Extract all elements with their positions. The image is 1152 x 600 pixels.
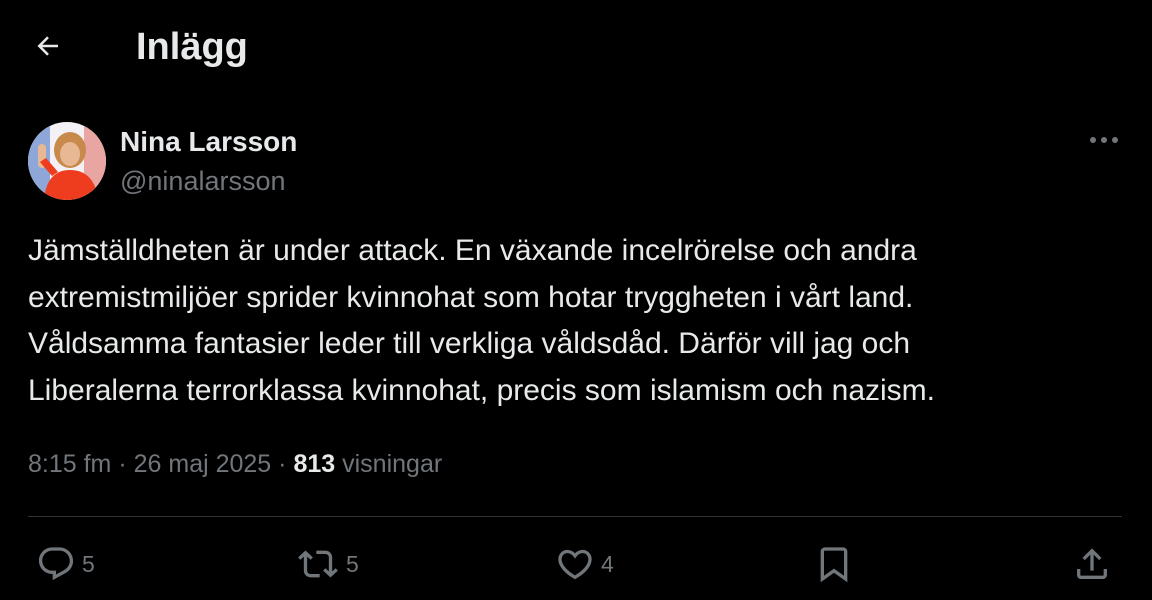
more-dots-icon (1090, 137, 1118, 143)
bookmark-button[interactable] (814, 544, 854, 584)
author-name[interactable]: Nina Larsson (120, 126, 297, 158)
tweet-line: extremistmiljöer sprider kvinnohat som h… (28, 280, 914, 314)
retweet-count: 5 (346, 550, 359, 577)
avatar[interactable] (28, 122, 106, 200)
reply-icon (38, 547, 74, 581)
views-count: 813 (293, 450, 336, 478)
tweet-text: Jämställdheten är under attack. En växan… (28, 228, 1128, 414)
share-button[interactable] (1072, 544, 1112, 584)
tweet-meta: 8:15 fm · 26 maj 2025 · 813 visningar (28, 448, 442, 480)
avatar-photo (28, 122, 106, 200)
meta-separator: · (278, 450, 287, 478)
back-button[interactable] (28, 26, 68, 66)
page-title: Inlägg (136, 26, 248, 68)
tweet-line: Våldsamma fantasier leder till verkliga … (28, 327, 911, 360)
tweet-time[interactable]: 8:15 fm (28, 450, 111, 478)
bookmark-icon (820, 547, 848, 583)
like-count: 4 (601, 550, 614, 577)
author-handle[interactable]: @ninalarsson (120, 165, 286, 197)
share-icon (1077, 548, 1107, 579)
tweet-line: Liberalerna terrorklassa kvinnohat, prec… (28, 373, 936, 407)
retweet-button[interactable]: 5 (296, 544, 359, 584)
like-button[interactable]: 4 (555, 544, 614, 584)
arrow-left-icon (37, 36, 58, 56)
more-options-button[interactable] (1084, 124, 1124, 156)
divider (28, 516, 1122, 517)
reply-button[interactable]: 5 (36, 544, 95, 584)
retweet-icon (298, 550, 338, 578)
heart-icon (558, 549, 592, 580)
reply-count: 5 (82, 550, 95, 577)
meta-separator: · (118, 450, 127, 478)
tweet-date[interactable]: 26 maj 2025 (134, 450, 272, 478)
tweet-line: Jämställdheten är under attack. En växan… (28, 234, 917, 267)
header-bar: Inlägg (0, 0, 1152, 96)
views-label: visningar (342, 450, 443, 478)
